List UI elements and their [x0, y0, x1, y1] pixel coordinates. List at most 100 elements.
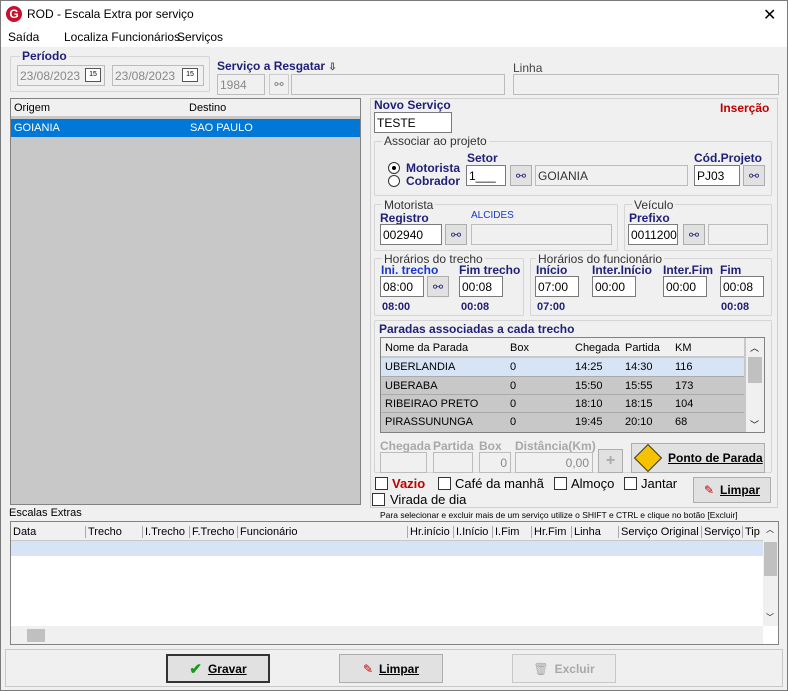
col-partida[interactable]: Partida	[625, 342, 660, 354]
jantar-label: Jantar	[641, 476, 678, 491]
cafe-checkbox[interactable]	[438, 477, 451, 490]
scroll-up-icon[interactable]: ︿	[766, 524, 774, 535]
table-row[interactable]: UBERLANDIA 0 14:25 14:30 116	[381, 358, 744, 376]
col-servico[interactable]: Serviço	[701, 526, 741, 538]
col-linha[interactable]: Linha	[571, 526, 601, 538]
setor-name-field: GOIANIA	[535, 165, 688, 186]
ini-trecho-input[interactable]: 08:00	[380, 276, 424, 297]
trash-icon: 🗑	[533, 661, 549, 676]
calendar-icon[interactable]: 15	[182, 68, 198, 82]
gravar-button[interactable]: ✔ Gravar	[166, 654, 270, 683]
scroll-thumb[interactable]	[764, 542, 777, 576]
table-row[interactable]	[11, 541, 763, 556]
scroll-up-icon[interactable]: ︿	[750, 341, 759, 354]
col-hr-inicio[interactable]: Hr.início	[407, 526, 450, 538]
binoculars-icon: ⚯	[450, 227, 462, 242]
limpar-button[interactable]: ✎ Limpar	[339, 654, 443, 683]
search-setor-button[interactable]: ⚯	[510, 165, 532, 186]
escalas-grid[interactable]: Data Trecho I.Trecho F.Trecho Funcionári…	[10, 521, 779, 645]
paradas-scrollbar[interactable]: ︿ ﹀	[746, 338, 764, 432]
binoculars-icon: ⚯	[748, 168, 760, 183]
scroll-thumb[interactable]	[748, 357, 762, 383]
servico-resgatar-input[interactable]: 1984	[217, 74, 265, 95]
search-projeto-button[interactable]: ⚯	[743, 165, 765, 186]
fim-trecho-input[interactable]: 00:08	[459, 276, 503, 297]
radio-motorista[interactable]	[388, 162, 400, 174]
origem-destino-list[interactable]: Origem Destino GOIANIA SAO PAULO	[10, 98, 361, 505]
search-veiculo-button[interactable]: ⚯	[683, 224, 705, 245]
escalas-hint: Para selecionar e excluir mais de um ser…	[380, 510, 738, 520]
box-label: Box	[479, 439, 502, 453]
menu-servicos[interactable]: Serviços	[177, 30, 223, 44]
calendar-icon[interactable]: 15	[85, 68, 101, 82]
registro-label: Registro	[380, 211, 429, 225]
col-nome-parada[interactable]: Nome da Parada	[385, 342, 468, 354]
novo-servico-input[interactable]: TESTE	[374, 112, 452, 133]
vazio-label: Vazio	[392, 476, 426, 491]
table-row[interactable]: RIBEIRAO PRETO 0 18:10 18:15 104	[381, 394, 744, 412]
ini-trecho-value: 08:00	[382, 301, 411, 313]
col-tip[interactable]: Tip	[742, 526, 760, 538]
col-f-trecho[interactable]: F.Trecho	[189, 526, 234, 538]
search-servico-button[interactable]: ⚯	[269, 74, 289, 95]
col-i-trecho[interactable]: I.Trecho	[142, 526, 185, 538]
table-row[interactable]: PIRASSUNUNGA 0 19:45 20:10 68	[381, 412, 744, 430]
veiculo-detail-field	[708, 224, 768, 245]
virada-checkbox[interactable]	[372, 493, 385, 506]
almoco-checkbox[interactable]	[554, 477, 567, 490]
prefixo-label: Prefixo	[629, 211, 670, 225]
bus-stop-icon	[633, 443, 663, 473]
col-funcionario[interactable]: Funcionário	[237, 526, 297, 538]
search-ini-trecho-button[interactable]: ⚯	[427, 276, 449, 297]
escalas-hscrollbar[interactable]	[11, 626, 763, 644]
inicio-input[interactable]: 07:00	[535, 276, 579, 297]
inter-inicio-input[interactable]: 00:00	[592, 276, 636, 297]
fim-input[interactable]: 00:08	[720, 276, 764, 297]
title-bar: G ROD - Escala Extra por serviço ✕	[1, 1, 787, 29]
motorista-legend: Motorista	[382, 198, 436, 212]
partida-input[interactable]	[433, 452, 473, 473]
vazio-checkbox[interactable]	[375, 477, 388, 490]
escalas-vscrollbar[interactable]: ︿ ﹀	[763, 522, 778, 626]
chegada-input[interactable]	[380, 452, 427, 473]
radio-cobrador[interactable]	[388, 175, 400, 187]
search-motorista-button[interactable]: ⚯	[445, 224, 467, 245]
col-servico-original[interactable]: Serviço Original	[618, 526, 699, 538]
close-icon[interactable]: ✕	[763, 5, 776, 25]
jantar-checkbox[interactable]	[624, 477, 637, 490]
col-hr-fim[interactable]: Hr.Fim	[531, 526, 566, 538]
check-icon: ✔	[189, 660, 202, 678]
menu-localiza-funcionarios[interactable]: Localiza Funcionários	[64, 30, 180, 44]
col-i-inicio[interactable]: I.Início	[453, 526, 488, 538]
col-data[interactable]: Data	[13, 526, 36, 538]
menu-bar: Saída Localiza Funcionários Serviços	[1, 29, 787, 47]
prefixo-input[interactable]: 0011200	[628, 224, 678, 245]
box-input[interactable]: 0	[479, 452, 511, 473]
excluir-button[interactable]: 🗑 Excluir	[512, 654, 616, 683]
list-item[interactable]: GOIANIA SAO PAULO	[11, 119, 360, 137]
cod-projeto-label: Cód.Projeto	[694, 151, 762, 165]
app-logo-icon: G	[6, 6, 22, 22]
setor-input[interactable]: 1___	[466, 165, 506, 186]
brush-icon: ✎	[362, 661, 374, 676]
scroll-down-icon[interactable]: ﹀	[750, 418, 759, 431]
table-row[interactable]: UBERABA 0 15:50 15:55 173	[381, 376, 744, 394]
col-km[interactable]: KM	[675, 342, 692, 354]
scroll-down-icon[interactable]: ﹀	[766, 612, 774, 623]
col-trecho[interactable]: Trecho	[85, 526, 122, 538]
add-parada-button[interactable]: +	[598, 449, 623, 473]
cod-projeto-input[interactable]: PJ03	[694, 165, 740, 186]
col-i-fim[interactable]: I.Fim	[492, 526, 519, 538]
registro-input[interactable]: 002940	[380, 224, 442, 245]
col-chegada[interactable]: Chegada	[575, 342, 620, 354]
ponto-de-parada-button[interactable]: Ponto de Parada	[631, 443, 765, 473]
col-box[interactable]: Box	[510, 342, 529, 354]
col-destino[interactable]: Destino	[189, 102, 226, 114]
paradas-grid[interactable]: Nome da Parada Box Chegada Partida KM UB…	[380, 337, 765, 433]
menu-saida[interactable]: Saída	[8, 30, 39, 44]
inter-fim-input[interactable]: 00:00	[663, 276, 707, 297]
col-origem[interactable]: Origem	[14, 102, 50, 114]
scroll-thumb[interactable]	[27, 629, 45, 642]
distancia-input[interactable]: 0,00	[515, 452, 593, 473]
limpar-checks-button[interactable]: ✎ Limpar	[693, 477, 771, 503]
